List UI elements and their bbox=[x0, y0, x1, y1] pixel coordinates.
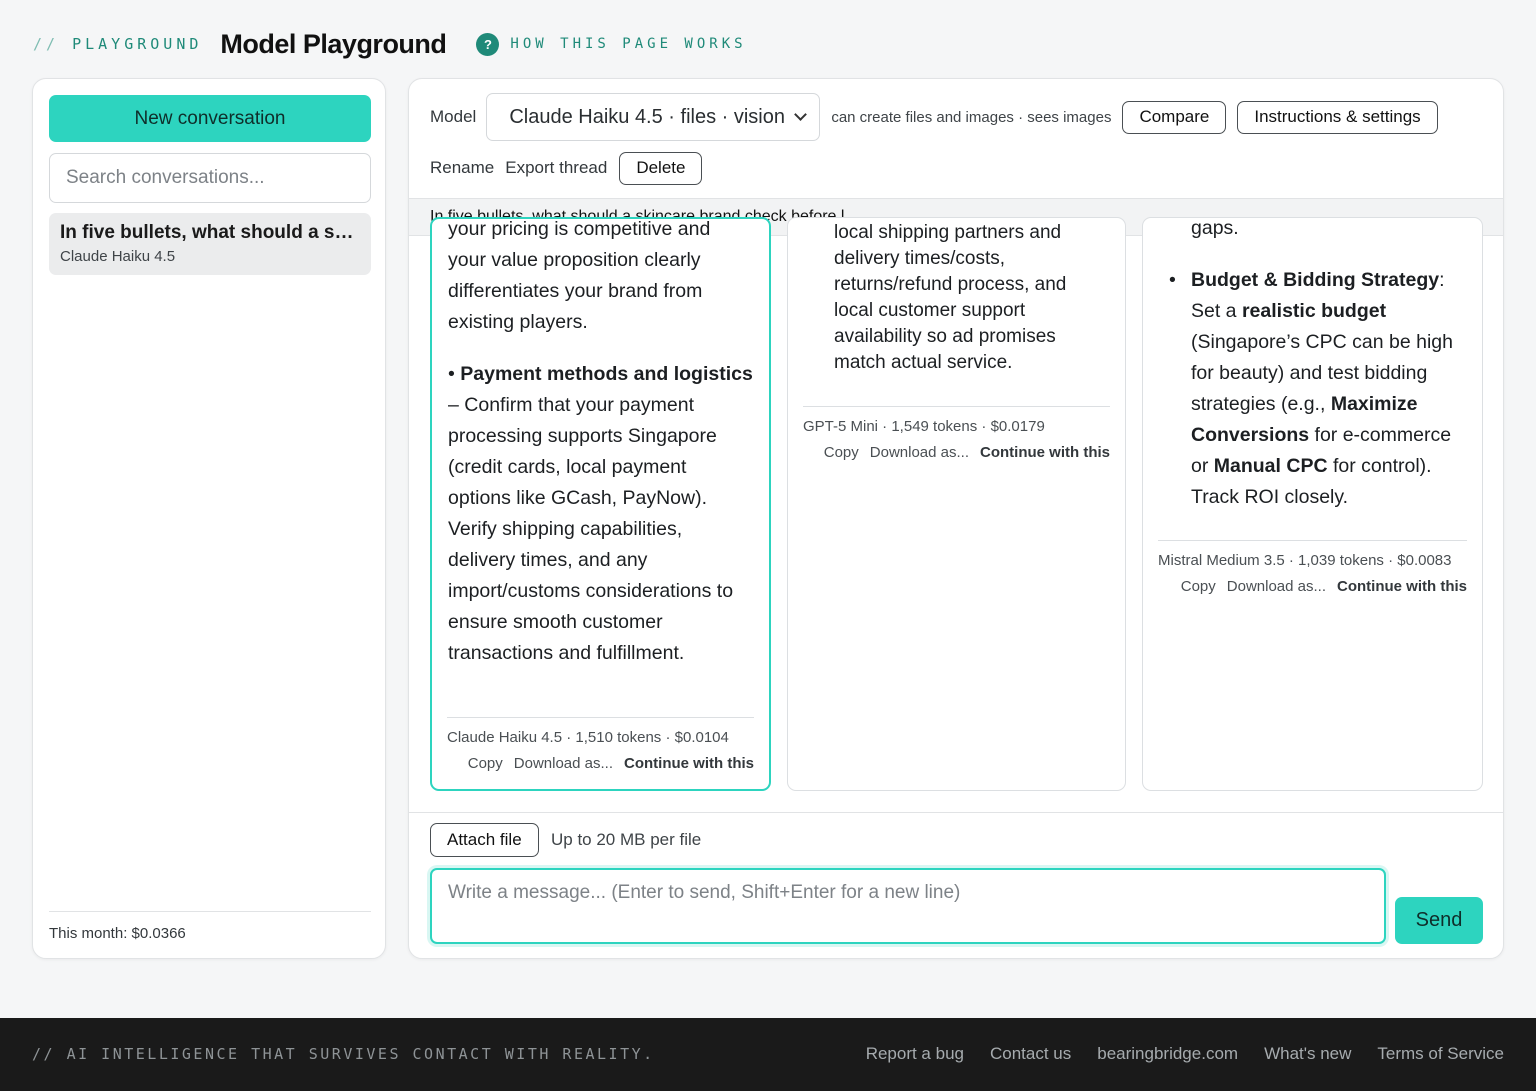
help-icon: ? bbox=[476, 32, 500, 56]
brand-tag: // PLAYGROUND bbox=[33, 35, 202, 53]
search-conversations-input[interactable] bbox=[49, 153, 371, 203]
bullet-text: – Confirm that your payment processing s… bbox=[448, 394, 734, 664]
export-thread-link[interactable]: Export thread bbox=[505, 158, 607, 178]
help-label: HOW THIS PAGE WORKS bbox=[510, 36, 747, 52]
response-columns: your pricing is competitive and your val… bbox=[409, 217, 1503, 791]
sidebar-divider bbox=[49, 911, 371, 912]
download-link[interactable]: Download as... bbox=[1227, 578, 1326, 595]
contact-us-link[interactable]: Contact us bbox=[990, 1044, 1071, 1064]
response-paragraph: your pricing is competitive and your val… bbox=[448, 218, 711, 333]
model-toolbar: Model Claude Haiku 4.5 · files · vision … bbox=[430, 93, 1438, 141]
bullet-dot-icon: • bbox=[1169, 269, 1176, 291]
model-label: Model bbox=[430, 107, 477, 126]
conversation-item[interactable]: In five bullets, what should a ski... Cl… bbox=[49, 213, 371, 275]
page-title: Model Playground bbox=[220, 28, 447, 59]
response-column-gpt[interactable]: local shipping partners and delivery tim… bbox=[787, 217, 1126, 791]
chevron-down-icon bbox=[794, 108, 808, 121]
response-body: your pricing is competitive and your val… bbox=[448, 218, 753, 669]
rename-link[interactable]: Rename bbox=[430, 158, 494, 178]
response-meta: GPT-5 Mini · 1,549 tokens · $0.0179 bbox=[803, 418, 1045, 435]
footer-links: Report a bug Contact us bearingbridge.co… bbox=[840, 1044, 1504, 1064]
report-bug-link[interactable]: Report a bug bbox=[866, 1044, 964, 1064]
whats-new-link[interactable]: What's new bbox=[1264, 1044, 1351, 1064]
message-input[interactable] bbox=[430, 868, 1386, 944]
file-size-note: Up to 20 MB per file bbox=[551, 830, 702, 849]
copy-link[interactable]: Copy bbox=[468, 755, 503, 772]
copy-link[interactable]: Copy bbox=[1181, 578, 1216, 595]
attach-file-button[interactable]: Attach file bbox=[430, 823, 539, 857]
main-panel: Model Claude Haiku 4.5 · files · vision … bbox=[408, 78, 1504, 959]
response-paragraph: local shipping partners and delivery tim… bbox=[834, 222, 1067, 373]
model-capabilities: can create files and images · sees image… bbox=[831, 108, 1112, 126]
bullet-title: Payment methods and logistics bbox=[460, 363, 753, 385]
download-link[interactable]: Download as... bbox=[514, 755, 613, 772]
delete-button[interactable]: Delete bbox=[619, 151, 703, 185]
response-paragraph: gaps. bbox=[1191, 217, 1239, 239]
response-bullet: • Payment methods and logistics – Confirm… bbox=[448, 363, 753, 664]
terms-link[interactable]: Terms of Service bbox=[1377, 1044, 1504, 1064]
response-footer-divider bbox=[447, 717, 754, 718]
thread-actions: Rename Export thread Delete bbox=[430, 151, 703, 185]
instructions-settings-button[interactable]: Instructions & settings bbox=[1237, 100, 1438, 134]
brand-tag-label: PLAYGROUND bbox=[72, 35, 203, 53]
response-bullet: • Budget & Bidding Strategy: Set a realis… bbox=[1169, 265, 1466, 513]
sidebar: New conversation In five bullets, what s… bbox=[32, 78, 386, 959]
response-actions: Copy Download as... Continue with this bbox=[1170, 578, 1467, 595]
footer-tagline: // AI INTELLIGENCE THAT SURVIVES CONTACT… bbox=[32, 1045, 655, 1063]
response-footer-divider bbox=[803, 406, 1110, 407]
download-link[interactable]: Download as... bbox=[870, 444, 969, 461]
response-body: local shipping partners and delivery tim… bbox=[834, 220, 1109, 376]
how-this-page-works-link[interactable]: ? HOW THIS PAGE WORKS bbox=[476, 32, 747, 56]
conversation-title: In five bullets, what should a ski... bbox=[60, 222, 360, 243]
model-select-value: Claude Haiku 4.5 · files · vision bbox=[509, 105, 785, 128]
continue-link[interactable]: Continue with this bbox=[1337, 578, 1467, 595]
response-body: gaps. • Budget & Bidding Strategy: Set a … bbox=[1169, 217, 1466, 513]
response-footer-divider bbox=[1158, 540, 1467, 541]
response-column-mistral[interactable]: gaps. • Budget & Bidding Strategy: Set a … bbox=[1142, 217, 1483, 791]
compare-button[interactable]: Compare bbox=[1122, 100, 1227, 134]
response-meta: Claude Haiku 4.5 · 1,510 tokens · $0.010… bbox=[447, 729, 729, 746]
conversation-model: Claude Haiku 4.5 bbox=[60, 248, 176, 265]
send-button[interactable]: Send bbox=[1395, 897, 1483, 944]
response-actions: Copy Download as... Continue with this bbox=[813, 444, 1110, 461]
model-select[interactable]: Claude Haiku 4.5 · files · vision bbox=[486, 93, 821, 141]
bold-text: Budget & Bidding Strategy bbox=[1191, 269, 1440, 291]
month-cost: This month: $0.0366 bbox=[49, 925, 186, 942]
copy-link[interactable]: Copy bbox=[824, 444, 859, 461]
composer-divider bbox=[409, 812, 1503, 813]
continue-link[interactable]: Continue with this bbox=[980, 444, 1110, 461]
response-meta: Mistral Medium 3.5 · 1,039 tokens · $0.0… bbox=[1158, 552, 1452, 569]
new-conversation-button[interactable]: New conversation bbox=[49, 95, 371, 142]
bold-text: Manual CPC bbox=[1213, 455, 1328, 477]
response-actions: Copy Download as... Continue with this bbox=[457, 755, 754, 772]
bold-text: realistic budget bbox=[1241, 300, 1387, 322]
page-header: // PLAYGROUND Model Playground ? HOW THI… bbox=[33, 28, 747, 60]
brand-slashes: // bbox=[33, 35, 60, 53]
website-link[interactable]: bearingbridge.com bbox=[1097, 1044, 1238, 1064]
response-column-claude[interactable]: your pricing is competitive and your val… bbox=[430, 217, 771, 791]
continue-link[interactable]: Continue with this bbox=[624, 755, 754, 772]
page-footer: // AI INTELLIGENCE THAT SURVIVES CONTACT… bbox=[0, 1018, 1536, 1091]
